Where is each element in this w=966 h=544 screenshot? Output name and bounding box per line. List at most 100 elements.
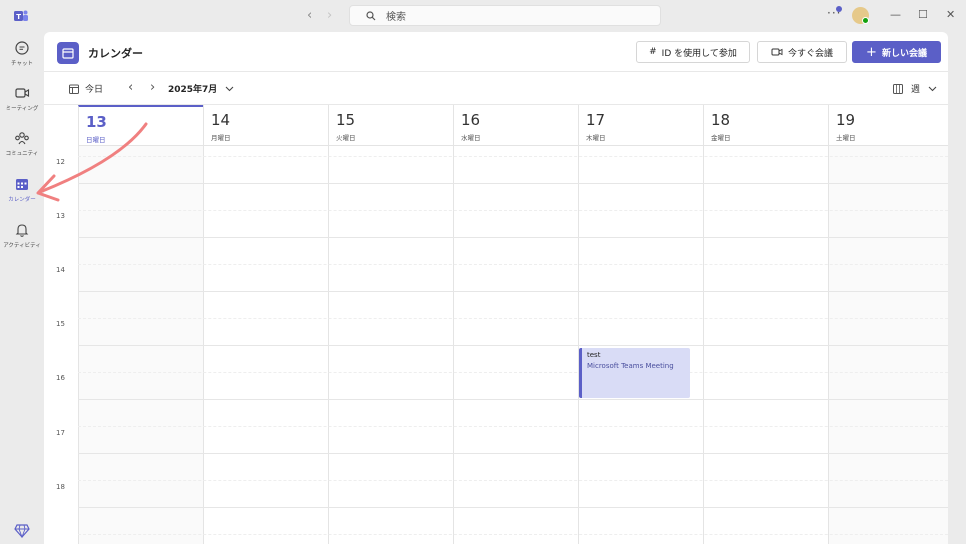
event-title: test	[587, 351, 601, 359]
chat-icon	[15, 41, 29, 55]
hour-line	[78, 399, 948, 400]
rail-label: チャット	[11, 61, 33, 67]
status-available-icon	[862, 17, 869, 24]
half-hour-line	[78, 264, 948, 265]
day-header-mon[interactable]: 14 月曜日	[203, 105, 328, 145]
rail-item-community[interactable]: コミュニティ	[0, 130, 44, 157]
notification-dot	[836, 6, 842, 12]
day-name: 金曜日	[711, 134, 731, 142]
day-number: 19	[836, 111, 856, 129]
calendar-icon	[62, 48, 74, 59]
video-icon	[771, 48, 783, 56]
week-time-grid	[78, 145, 948, 544]
hour-label: 15	[56, 320, 65, 328]
day-header-fri[interactable]: 18 金曜日	[703, 105, 828, 145]
hour-label: 14	[56, 266, 65, 274]
day-number: 16	[461, 111, 481, 129]
day-name: 火曜日	[336, 134, 356, 142]
hash-icon: #	[649, 47, 657, 57]
hour-line	[78, 507, 948, 508]
video-icon	[15, 88, 30, 98]
rail-item-activity[interactable]: アクティビティ	[0, 222, 44, 249]
month-label: 2025年7月	[168, 85, 218, 95]
hour-line	[78, 183, 948, 184]
rail-item-calendar[interactable]: カレンダー	[0, 176, 44, 203]
hour-line	[78, 453, 948, 454]
day-header-sat[interactable]: 19 土曜日	[828, 105, 948, 145]
hour-line	[78, 237, 948, 238]
calendar-event[interactable]: test Microsoft Teams Meeting	[579, 348, 690, 398]
search-placeholder: 検索	[386, 12, 406, 23]
month-picker[interactable]: 2025年7月	[168, 82, 234, 95]
main-panel: カレンダー # ID を使用して参加 今すぐ会議 + 新しい会議 今日 ‹ › …	[44, 32, 948, 544]
forward-arrow-icon[interactable]: ›	[327, 8, 332, 23]
plus-icon: +	[866, 44, 877, 60]
chevron-down-icon	[928, 86, 937, 91]
day-header-sun[interactable]: 13 日曜日	[78, 105, 203, 145]
day-number: 14	[211, 111, 231, 129]
minimize-button[interactable]: —	[890, 8, 901, 21]
search-input[interactable]: 検索	[349, 5, 661, 26]
half-hour-line	[78, 156, 948, 157]
half-hour-line	[78, 210, 948, 211]
rail-label: カレンダー	[8, 197, 36, 203]
day-name: 月曜日	[211, 134, 231, 142]
day-name: 木曜日	[586, 134, 606, 142]
calendar-app-icon	[57, 42, 79, 64]
day-number: 15	[336, 111, 356, 129]
view-switcher[interactable]: 週	[893, 82, 937, 95]
rail-label: ミーティング	[5, 106, 39, 112]
join-with-id-button[interactable]: # ID を使用して参加	[636, 41, 750, 63]
new-meeting-button[interactable]: + 新しい会議	[852, 41, 941, 63]
maximize-button[interactable]: ☐	[918, 8, 928, 21]
previous-week-chevron-icon[interactable]: ‹	[128, 80, 133, 95]
calendar-toolbar: 今日 ‹ › 2025年7月 週	[44, 72, 948, 105]
half-hour-line	[78, 318, 948, 319]
day-header-wed[interactable]: 16 水曜日	[453, 105, 578, 145]
svg-text:T: T	[16, 13, 21, 21]
community-icon	[15, 132, 29, 145]
half-hour-line	[78, 480, 948, 481]
chevron-down-icon	[225, 86, 234, 91]
calendar-icon	[16, 179, 28, 190]
day-number: 18	[711, 111, 731, 129]
calendar-header: カレンダー # ID を使用して参加 今すぐ会議 + 新しい会議	[44, 32, 948, 72]
premium-diamond-icon[interactable]	[14, 524, 30, 538]
day-header-tue[interactable]: 15 火曜日	[328, 105, 453, 145]
half-hour-line	[78, 534, 948, 535]
day-number: 17	[586, 111, 606, 129]
rail-label: アクティビティ	[3, 243, 41, 249]
join-with-id-label: ID を使用して参加	[661, 48, 737, 59]
title-bar: T ‹ › 検索 ··· — ☐ ✕	[0, 0, 966, 32]
page-title: カレンダー	[88, 47, 143, 60]
half-hour-line	[78, 372, 948, 373]
view-label: 週	[911, 85, 921, 95]
rail-label: コミュニティ	[5, 151, 39, 157]
day-header-thu[interactable]: 17 木曜日	[578, 105, 703, 145]
rail-item-meetings[interactable]: ミーティング	[0, 85, 44, 112]
hour-line	[78, 345, 948, 346]
day-name: 水曜日	[461, 134, 481, 142]
calendar-today-icon	[69, 84, 79, 94]
today-button[interactable]: 今日	[69, 82, 103, 95]
rail-item-chat[interactable]: チャット	[0, 40, 44, 67]
teams-logo-icon: T	[14, 10, 28, 21]
hour-label: 12	[56, 158, 65, 166]
today-label: 今日	[85, 85, 104, 95]
meet-now-button[interactable]: 今すぐ会議	[757, 41, 847, 63]
hour-label: 16	[56, 374, 65, 382]
hour-line	[78, 291, 948, 292]
meet-now-label: 今すぐ会議	[787, 48, 833, 59]
week-view-icon	[893, 83, 903, 94]
day-headers: 13 日曜日 14 月曜日 15 火曜日 16 水曜日 17 木曜日 18 金曜…	[78, 105, 948, 145]
close-button[interactable]: ✕	[946, 8, 955, 21]
app-rail: チャット ミーティング コミュニティ カレンダー アクティビティ	[0, 32, 44, 544]
day-name: 日曜日	[86, 136, 106, 144]
hour-label: 13	[56, 212, 65, 220]
event-subtitle: Microsoft Teams Meeting	[587, 362, 674, 370]
back-arrow-icon[interactable]: ‹	[307, 8, 312, 23]
next-week-chevron-icon[interactable]: ›	[150, 80, 155, 95]
bell-icon	[15, 224, 29, 237]
day-number: 13	[86, 113, 107, 131]
search-icon	[366, 10, 376, 20]
